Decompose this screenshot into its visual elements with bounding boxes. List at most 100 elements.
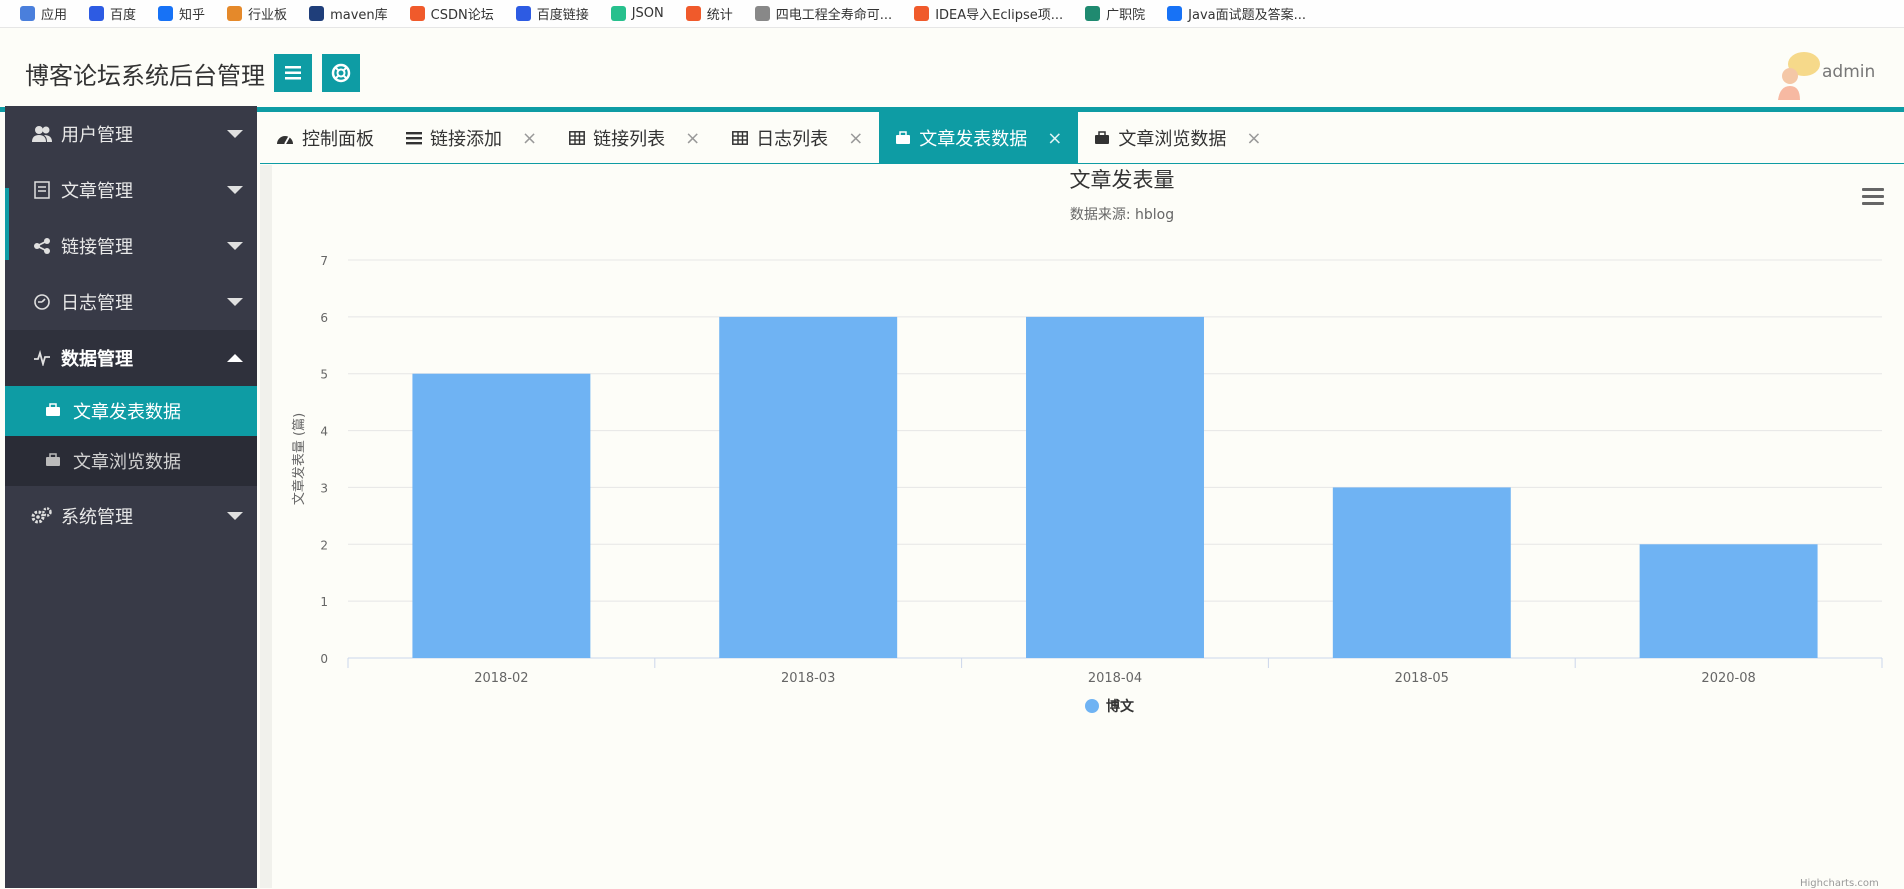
x-tick-label: 2018-04	[1088, 671, 1142, 686]
app-title: 博客论坛系统后台管理	[25, 62, 265, 90]
bar[interactable]	[1639, 544, 1818, 658]
chevron-down-icon	[227, 512, 243, 520]
content-gutter	[260, 165, 272, 888]
bookmark-label: 百度	[110, 8, 137, 23]
tab[interactable]: 文章浏览数据 ×	[1078, 112, 1277, 164]
bookmark-label: CSDN论坛	[430, 8, 494, 23]
tab-label: 文章发表数据	[919, 129, 1028, 150]
bookmark-label: 知乎	[179, 8, 206, 23]
bookmark-item[interactable]: 广职院	[1085, 4, 1145, 23]
baidu-icon	[515, 6, 531, 21]
sidebar-item-label: 用户管理	[61, 125, 133, 146]
bar[interactable]	[1026, 316, 1204, 658]
bookmark-item[interactable]: 行业板	[227, 4, 287, 23]
zhihu-icon	[158, 6, 174, 21]
tab-label: 控制面板	[302, 129, 374, 150]
bookmark-label: IDEA导入Eclipse项...	[935, 8, 1064, 23]
bookmark-label: Java面试题及答案...	[1188, 8, 1307, 23]
bookmark-item[interactable]: maven库	[309, 4, 388, 23]
table-icon	[732, 131, 749, 145]
y-tick-label: 0	[320, 652, 328, 666]
close-icon[interactable]: ×	[522, 128, 537, 149]
briefcase-icon	[1094, 131, 1110, 145]
bookmark-item[interactable]: 应用	[20, 4, 67, 23]
briefcase-icon	[895, 131, 911, 145]
y-tick-label: 6	[320, 311, 328, 325]
close-icon[interactable]: ×	[1246, 128, 1261, 149]
bookmark-label: 应用	[41, 8, 68, 23]
help-button[interactable]	[322, 54, 360, 92]
vue-icon	[1085, 6, 1101, 21]
x-tick-label: 2018-05	[1395, 671, 1449, 686]
x-tick-label: 2018-02	[474, 671, 528, 686]
bar[interactable]	[719, 316, 898, 658]
chart-title: 文章发表量	[1070, 168, 1175, 192]
sidebar-item[interactable]: 用户管理	[5, 106, 257, 162]
csdn-icon	[409, 6, 425, 21]
menu-toggle-button[interactable]	[274, 54, 312, 92]
sidebar-item-label: 系统管理	[61, 507, 133, 528]
close-icon[interactable]: ×	[848, 128, 863, 149]
bookmark-item[interactable]: 百度链接	[515, 4, 589, 23]
user-avatar[interactable]	[1770, 48, 1826, 104]
list-icon	[406, 131, 422, 145]
bookmark-item[interactable]: 知乎	[158, 4, 205, 23]
sidebar: 用户管理 文章管理 链接管理 日志管理 数据管理 系统管理 文章发表数据 文章浏…	[5, 106, 257, 888]
bookmark-item[interactable]: CSDN论坛	[409, 4, 494, 23]
bookmark-item[interactable]: 百度	[89, 4, 136, 23]
lifebuoy-icon	[331, 63, 351, 83]
sidebar-item[interactable]: 数据管理	[5, 330, 257, 386]
tab[interactable]: 控制面板	[260, 112, 390, 164]
bar-chart: 文章发表量数据来源: hblog 0 1 2 3 4 5 6 7 文章发表量 (篇) 2018-02…	[291, 168, 1883, 715]
zhihu-icon	[1167, 6, 1183, 21]
sidebar-sub-item[interactable]: 文章发表数据	[5, 386, 257, 436]
sidebar-item-label: 链接管理	[61, 237, 133, 258]
tab[interactable]: 文章发表数据 ×	[879, 112, 1079, 164]
y-tick-label: 5	[320, 368, 328, 382]
apps-grid-icon	[20, 6, 35, 21]
chart-credits[interactable]: Highcharts.com	[1800, 878, 1879, 889]
mvn-icon	[309, 6, 325, 21]
briefcase-icon	[45, 401, 61, 422]
bookmark-item[interactable]: 四电工程全寿命可...	[754, 4, 892, 23]
sidebar-item[interactable]: 文章管理	[5, 162, 257, 218]
user-name[interactable]: admin	[1822, 62, 1875, 82]
chevron-up-icon	[227, 354, 243, 362]
chevron-down-icon	[227, 130, 243, 138]
sidebar-item[interactable]: 日志管理	[5, 274, 257, 330]
bookmark-item[interactable]: Java面试题及答案...	[1167, 4, 1306, 23]
sidebar-item[interactable]: 链接管理	[5, 218, 257, 274]
users-icon	[31, 123, 53, 145]
briefcase-icon	[45, 451, 61, 472]
legend-marker[interactable]	[1085, 699, 1099, 713]
sidebar-sub-item[interactable]: 文章浏览数据	[5, 436, 257, 486]
bar[interactable]	[1332, 487, 1511, 658]
close-icon[interactable]: ×	[1047, 128, 1062, 149]
x-tick-label: 2018-03	[781, 671, 835, 686]
sidebar-sub-item-label: 文章发表数据	[73, 402, 181, 423]
y-tick-label: 4	[320, 425, 328, 439]
bookmark-item[interactable]: JSON	[610, 6, 664, 21]
tab[interactable]: 日志列表 ×	[716, 112, 879, 164]
chart-export-menu-button[interactable]	[1862, 188, 1884, 208]
sidebar-item[interactable]: 系统管理	[5, 488, 257, 544]
sidebar-sub-item-label: 文章浏览数据	[73, 452, 181, 473]
sidebar-accent	[5, 188, 9, 260]
y-tick-label: 1	[320, 595, 328, 609]
tab[interactable]: 链接列表 ×	[553, 112, 716, 164]
dashboard-icon	[276, 130, 294, 146]
tab-bar: 控制面板 链接添加 × 链接列表 × 日志列表 × 文章发表数据 × 文章浏览数据 ×	[260, 112, 1904, 164]
bookmark-item[interactable]: 统计	[685, 4, 733, 23]
bookmark-item[interactable]: IDEA导入Eclipse项...	[914, 4, 1063, 23]
tab-label: 链接列表	[593, 129, 666, 150]
app-header: 博客论坛系统后台管理 admin	[0, 28, 1904, 108]
close-icon[interactable]: ×	[685, 128, 700, 149]
tab-label: 日志列表	[756, 129, 829, 150]
table-icon	[569, 131, 586, 145]
sidebar-item-label: 日志管理	[61, 293, 133, 314]
y-tick-label: 3	[320, 481, 328, 495]
tab[interactable]: 链接添加 ×	[390, 112, 553, 164]
bookmark-label: 百度链接	[536, 8, 589, 23]
legend-label[interactable]: 博文	[1106, 698, 1135, 715]
bar[interactable]	[412, 373, 591, 658]
